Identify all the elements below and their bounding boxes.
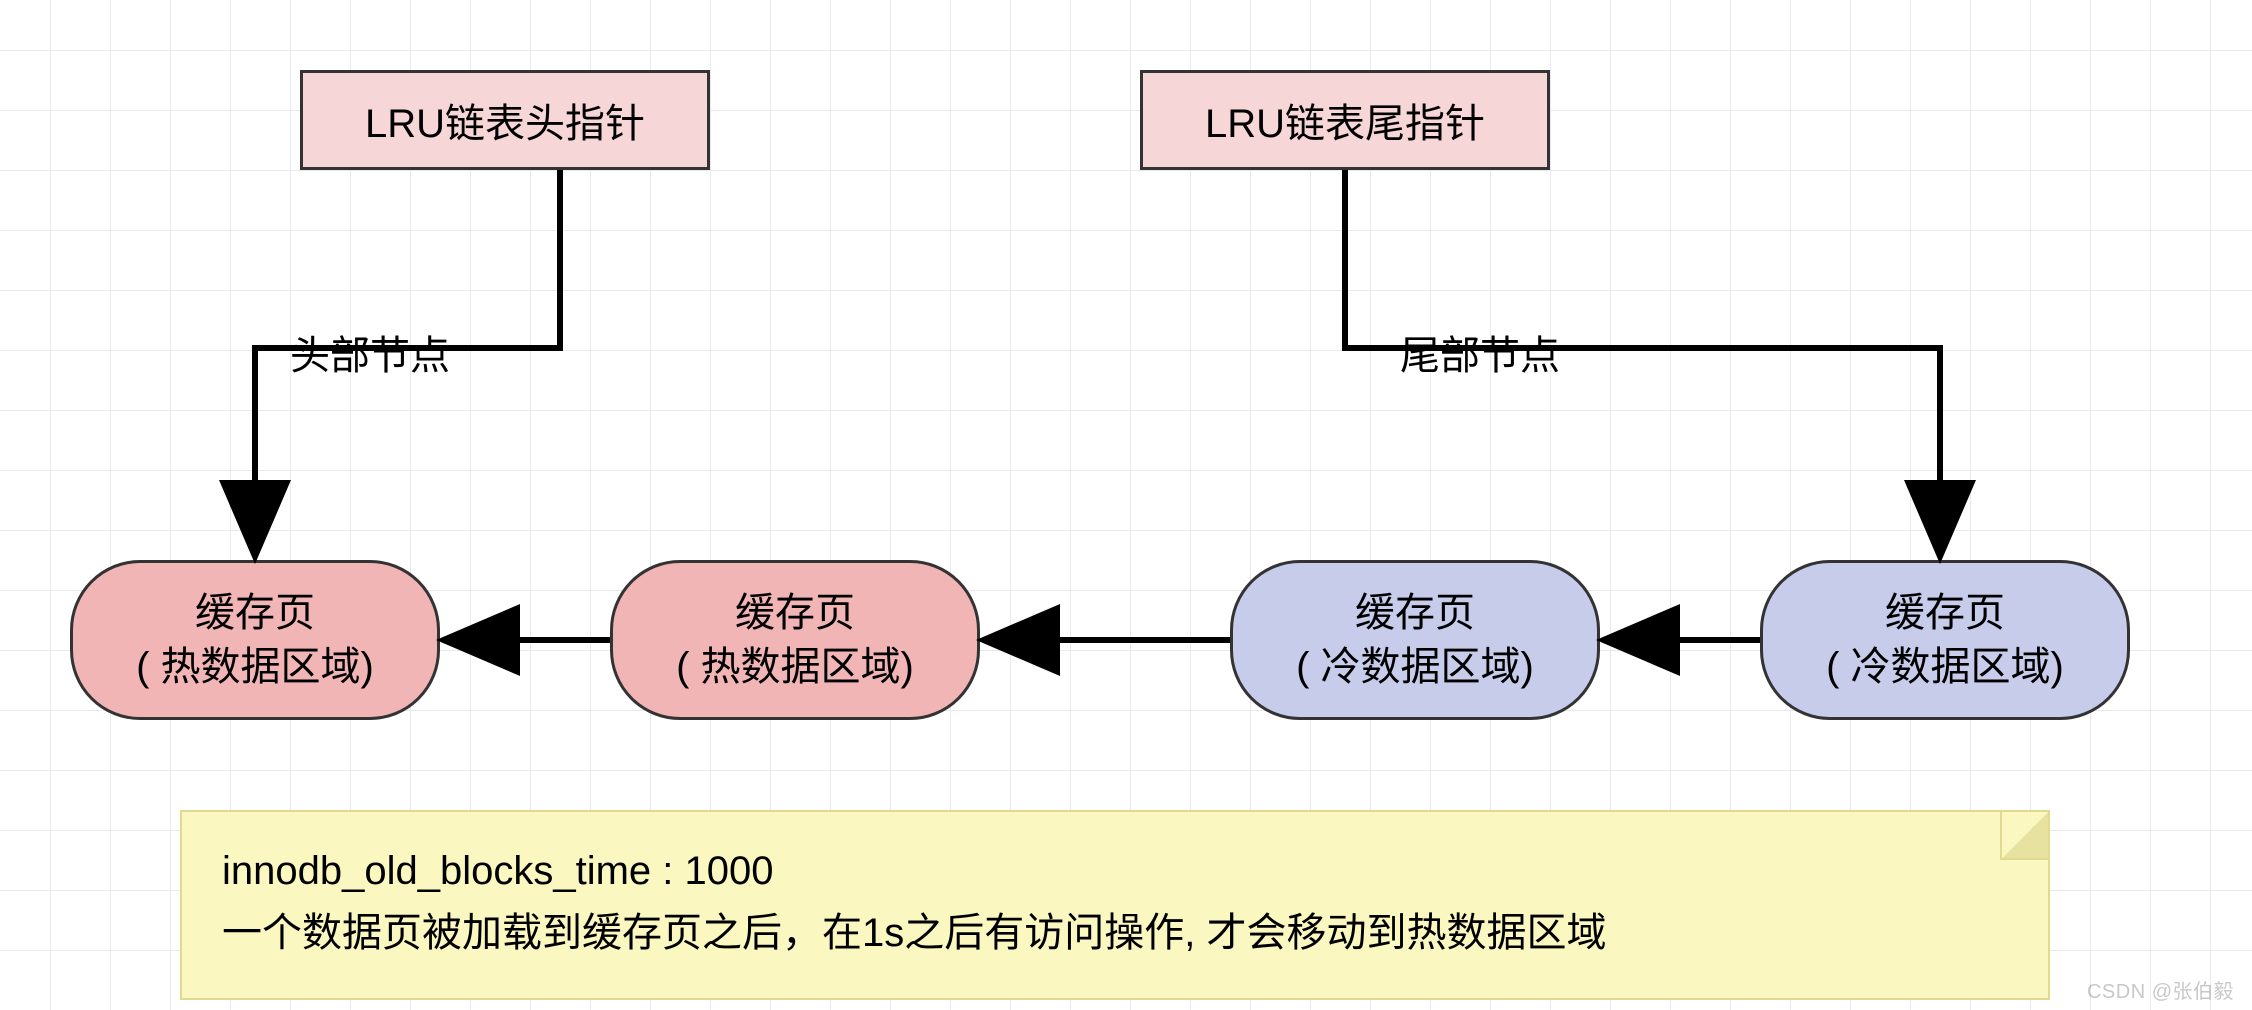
- arrows-layer: [0, 0, 2252, 1010]
- watermark: CSDN @张伯毅: [2087, 975, 2234, 1004]
- arrow-tail-to-node4: [1345, 170, 1940, 552]
- arrow-head-to-node1: [255, 170, 560, 552]
- diagram-canvas: LRU链表头指针 LRU链表尾指针 头部节点 尾部节点 缓存页 ( 热数据区域)…: [0, 0, 2252, 1010]
